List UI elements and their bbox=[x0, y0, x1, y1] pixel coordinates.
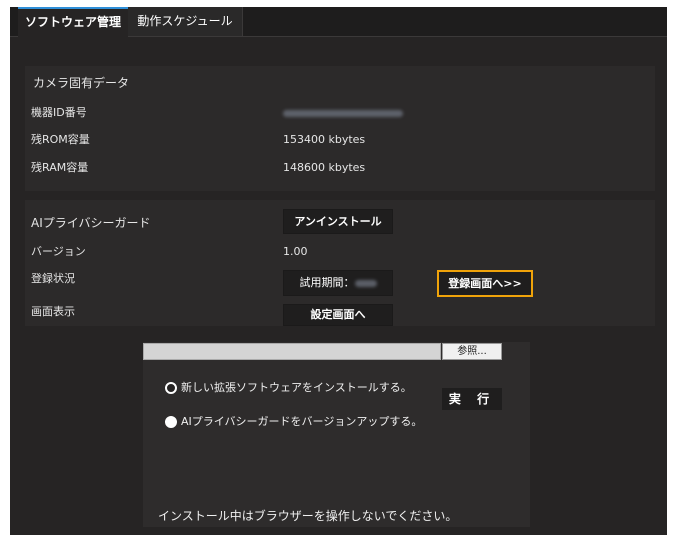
execute-button[interactable]: 実 行 bbox=[442, 388, 502, 410]
ai-privacy-guard-section: AIプライバシーガード アンインストール バージョン 1.00 登録状況 試用期… bbox=[25, 200, 655, 326]
ram-row: 残RAM容量 148600 kbytes bbox=[25, 155, 655, 181]
option-new-install[interactable]: 新しい拡張ソフトウェアをインストールする。 bbox=[165, 379, 412, 397]
trial-period-box: 試用期間： bbox=[283, 270, 393, 296]
version-value: 1.00 bbox=[283, 245, 308, 258]
device-id-value bbox=[283, 100, 403, 126]
rom-label: 残ROM容量 bbox=[31, 133, 90, 146]
radio-new-install[interactable] bbox=[165, 382, 177, 394]
ai-section-title: AIプライバシーガード bbox=[31, 216, 151, 230]
rom-value: 153400 kbytes bbox=[283, 133, 366, 146]
registration-label: 登録状況 bbox=[31, 272, 75, 285]
trial-period-label: 試用期間： bbox=[299, 276, 355, 289]
version-label: バージョン bbox=[31, 245, 86, 258]
software-management-panel: ソフトウェア管理 動作スケジュール カメラ固有データ 機器ID番号 残ROM容量… bbox=[10, 7, 667, 535]
version-row: バージョン 1.00 bbox=[25, 239, 655, 265]
tab-operation-schedule[interactable]: 動作スケジュール bbox=[128, 7, 243, 36]
display-label: 画面表示 bbox=[31, 305, 75, 318]
register-screen-button[interactable]: 登録画面へ>> bbox=[437, 270, 533, 297]
device-id-row: 機器ID番号 bbox=[25, 100, 655, 126]
browse-button[interactable]: 参照... bbox=[442, 343, 502, 360]
install-notice: インストール中はブラウザーを操作しないでください。 bbox=[158, 509, 458, 523]
tab-bar: ソフトウェア管理 動作スケジュール bbox=[10, 7, 667, 37]
rom-row: 残ROM容量 153400 kbytes bbox=[25, 127, 655, 153]
camera-section-title: カメラ固有データ bbox=[33, 76, 130, 90]
option-version-up-label: AIプライバシーガードをバージョンアップする。 bbox=[181, 415, 423, 428]
tab-software-management[interactable]: ソフトウェア管理 bbox=[18, 7, 128, 37]
uninstall-button[interactable]: アンインストール bbox=[283, 209, 393, 234]
radio-version-up[interactable] bbox=[165, 416, 177, 428]
trial-period-value bbox=[354, 279, 377, 287]
ram-label: 残RAM容量 bbox=[31, 161, 89, 174]
option-version-up[interactable]: AIプライバシーガードをバージョンアップする。 bbox=[165, 413, 422, 431]
device-id-label: 機器ID番号 bbox=[31, 106, 87, 119]
ram-value: 148600 kbytes bbox=[283, 161, 366, 174]
camera-data-section: カメラ固有データ 機器ID番号 残ROM容量 153400 kbytes 残RA… bbox=[25, 66, 655, 191]
camera-section-header: カメラ固有データ bbox=[25, 70, 655, 96]
install-panel: 参照... 新しい拡張ソフトウェアをインストールする。 AIプライバシーガードを… bbox=[143, 342, 530, 527]
settings-screen-button[interactable]: 設定画面へ bbox=[283, 304, 393, 326]
option-new-install-label: 新しい拡張ソフトウェアをインストールする。 bbox=[181, 381, 412, 394]
file-path-input[interactable] bbox=[143, 343, 441, 360]
